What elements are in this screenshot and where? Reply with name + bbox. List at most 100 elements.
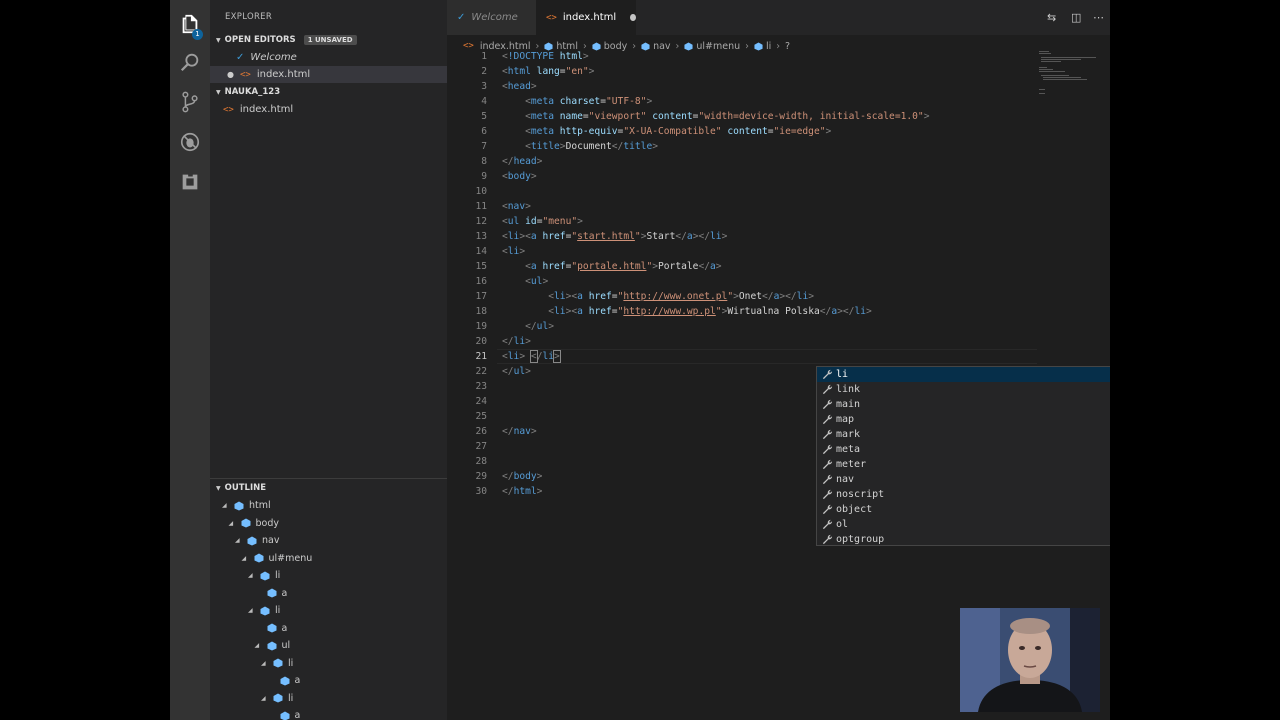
suggest-item[interactable]: nav: [817, 472, 1110, 487]
open-editor-index[interactable]: ● <> index.html: [210, 66, 447, 83]
suggest-item[interactable]: noscript: [817, 487, 1110, 502]
tab-index-html[interactable]: <> index.html: [536, 0, 636, 35]
line-number: 4: [481, 96, 487, 107]
line-number: 5: [481, 111, 487, 122]
element-cube-icon: [241, 518, 250, 528]
workspace-file-index[interactable]: <> index.html: [210, 101, 447, 118]
breadcrumb-item[interactable]: ?: [785, 41, 790, 52]
search-activity-button[interactable]: [170, 42, 210, 82]
outline-item-label: body: [255, 517, 280, 529]
unsaved-dot-icon[interactable]: [630, 14, 636, 21]
breadcrumb-item[interactable]: ul#menu: [684, 41, 740, 52]
line-number: 27: [475, 441, 487, 452]
suggest-item[interactable]: mark: [817, 427, 1110, 442]
more-actions-icon[interactable]: ⋯: [1093, 11, 1104, 24]
code-line: </body>: [502, 471, 543, 482]
outline-item[interactable]: a: [255, 585, 288, 602]
current-line-highlight: [497, 349, 1037, 364]
outline-item-label: ul: [281, 640, 291, 651]
line-number: 15: [475, 261, 487, 272]
open-editor-welcome[interactable]: ✓ Welcome: [210, 49, 447, 66]
chevron-down-icon: ◢: [261, 659, 266, 667]
suggest-item[interactable]: optgroup: [817, 532, 1110, 547]
suggest-item-label: object: [836, 504, 873, 515]
minimap[interactable]: [1037, 49, 1110, 109]
line-number: 8: [481, 156, 487, 167]
screen-frame: 1 EXPLORER ▼ OPEN EDITORS 1 UNSAVED ✓ We…: [0, 0, 1280, 720]
outline-item[interactable]: ◢ li: [248, 567, 280, 584]
breadcrumb-item[interactable]: body: [592, 41, 627, 52]
outline-item[interactable]: a: [255, 620, 287, 637]
line-number: 11: [475, 201, 487, 212]
outline-item[interactable]: ◢ li: [248, 602, 280, 619]
code-line: <nav>: [502, 201, 531, 212]
explorer-activity-button[interactable]: 1: [170, 4, 210, 44]
suggest-item[interactable]: object: [817, 502, 1110, 517]
suggest-item[interactable]: map: [817, 412, 1110, 427]
tab-welcome[interactable]: ✓ Welcome: [447, 0, 536, 35]
chevron-down-icon: ▼: [216, 36, 221, 44]
element-cube-icon: [267, 623, 276, 633]
outline-item-label: nav: [262, 535, 280, 546]
outline-item[interactable]: a: [268, 672, 300, 689]
line-number: 19: [475, 321, 487, 332]
code-line: <meta http-equiv="X-UA-Compatible" conte…: [525, 126, 832, 137]
line-number: 14: [475, 246, 487, 257]
suggest-item[interactable]: lii: [817, 367, 1110, 382]
wrench-icon: [822, 414, 833, 425]
chevron-down-icon: ◢: [248, 607, 253, 614]
tab-label: Welcome: [471, 12, 518, 23]
wrench-icon: [822, 489, 833, 500]
line-number: 23: [475, 381, 487, 392]
outline-item-label: li: [288, 657, 294, 669]
suggest-item[interactable]: main: [817, 397, 1110, 412]
workspace-header[interactable]: ▼ NAUKA_123: [210, 83, 447, 101]
outline-item[interactable]: ◢ ul#menu: [242, 550, 313, 567]
outline-item-label: li: [275, 570, 281, 581]
chevron-down-icon: ◢: [222, 502, 227, 509]
element-cube-icon: [684, 41, 693, 51]
debug-activity-button[interactable]: [170, 122, 210, 162]
suggest-item-label: meter: [836, 459, 867, 470]
source-control-activity-button[interactable]: [170, 82, 210, 122]
outline-item[interactable]: ◢ html: [222, 497, 271, 514]
line-number: 18: [475, 306, 487, 317]
suggest-item-label: map: [836, 414, 855, 425]
outline-item[interactable]: ◢ ul: [255, 637, 291, 654]
suggest-item[interactable]: link: [817, 382, 1110, 397]
line-number: 1: [481, 51, 487, 62]
suggest-item[interactable]: meta: [817, 442, 1110, 457]
outline-header[interactable]: ▼ OUTLINE: [210, 479, 447, 497]
line-number: 30: [475, 486, 487, 497]
explorer-badge: 1: [192, 29, 203, 40]
chevron-down-icon: ▼: [216, 484, 221, 492]
breadcrumb-item[interactable]: li: [754, 41, 771, 52]
sidebar: EXPLORER ▼ OPEN EDITORS 1 UNSAVED ✓ Welc…: [210, 0, 447, 720]
webcam-person-image: [960, 608, 1100, 712]
extensions-activity-button[interactable]: [170, 162, 210, 202]
html-file-icon: <>: [223, 104, 234, 115]
outline-item-label: a: [281, 587, 288, 599]
outline-item[interactable]: ◢ nav: [235, 532, 279, 549]
element-cube-icon: [273, 693, 283, 703]
line-number: 9: [481, 171, 487, 182]
code-line: </nav>: [502, 426, 537, 437]
code-line: <li><a href="start.html">Start</a></li>: [502, 231, 728, 242]
wrench-icon: [822, 534, 833, 545]
code-line: <li><a href="http://www.wp.pl">Wirtualna…: [548, 306, 872, 317]
open-editors-label: OPEN EDITORS: [224, 35, 296, 45]
open-editors-header[interactable]: ▼ OPEN EDITORS 1 UNSAVED: [210, 31, 447, 49]
suggest-item[interactable]: meter: [817, 457, 1110, 472]
open-changes-icon[interactable]: ⇆: [1047, 11, 1056, 24]
code-line: <meta charset="UTF-8">: [525, 96, 653, 107]
breadcrumb-item[interactable]: nav: [641, 41, 671, 52]
outline-item[interactable]: a: [268, 707, 300, 720]
wrench-icon: [822, 429, 833, 440]
unsaved-dot-icon: ●: [227, 70, 234, 79]
suggest-item[interactable]: ol: [817, 517, 1110, 532]
split-editor-icon[interactable]: ◫: [1071, 11, 1081, 24]
code-line: <li>: [502, 246, 526, 257]
outline-item[interactable]: ◢ li: [261, 655, 293, 672]
outline-item[interactable]: ◢ body: [229, 515, 280, 532]
outline-item[interactable]: ◢ li: [261, 690, 293, 707]
